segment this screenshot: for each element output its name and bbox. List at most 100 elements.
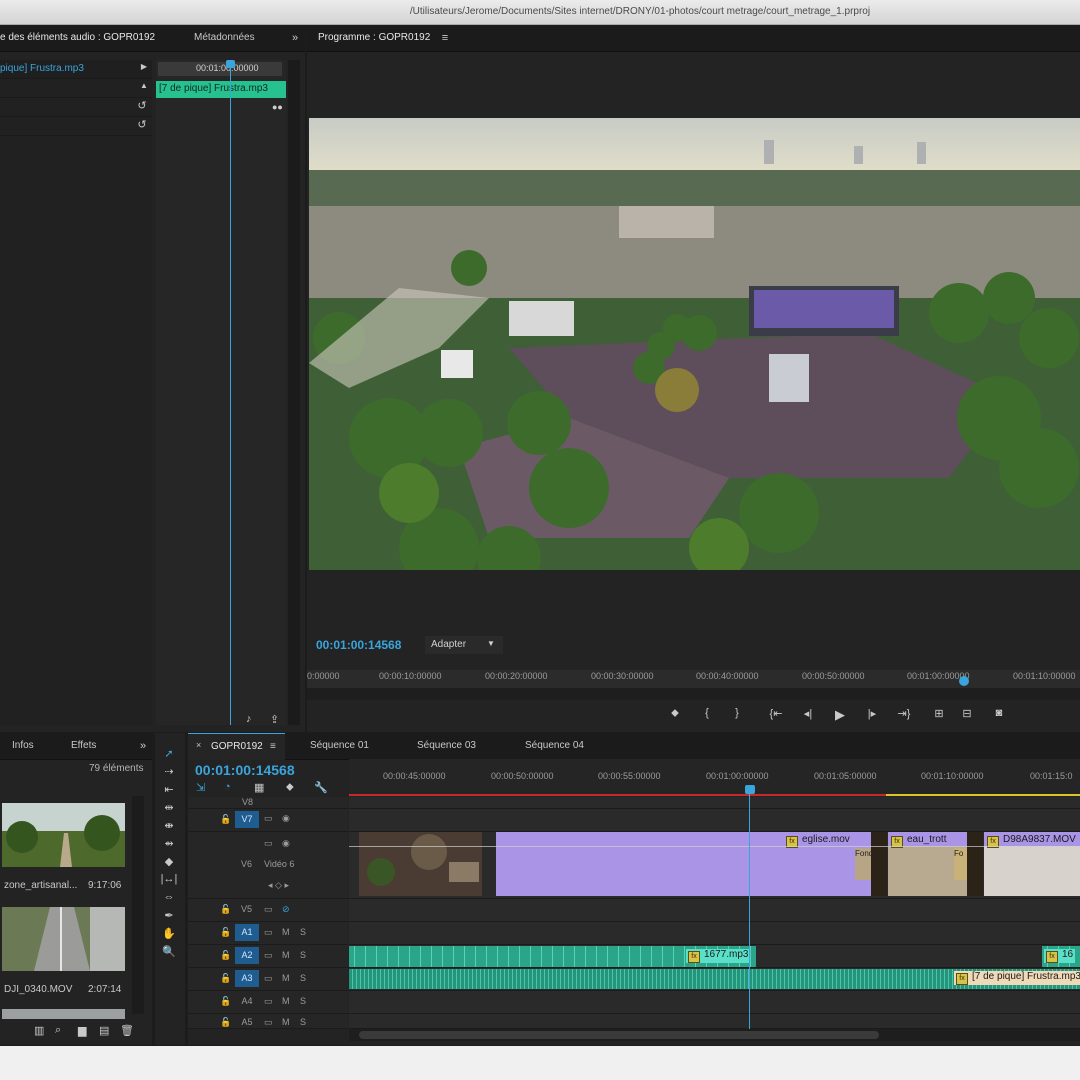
effect-row[interactable]: ▲ xyxy=(0,79,152,98)
toggle-sync-icon[interactable]: ▭ xyxy=(264,973,273,984)
solo-toggle[interactable]: S xyxy=(300,996,306,1006)
mute-toggle[interactable]: M xyxy=(282,950,290,960)
export-icon[interactable]: ⇪ xyxy=(270,713,279,726)
project-item-thumbnail[interactable] xyxy=(2,907,125,971)
track-lane-a1[interactable] xyxy=(349,922,1080,945)
reset-icon[interactable]: ↺ xyxy=(134,99,150,112)
timeline-scroll-thumb[interactable] xyxy=(359,1031,879,1039)
track-lane-v7[interactable] xyxy=(349,809,1080,832)
lock-icon[interactable]: 🔓 xyxy=(220,996,231,1007)
razor-tool-icon[interactable]: ◆ xyxy=(160,855,178,868)
track-target-a3[interactable]: A3 xyxy=(235,970,259,987)
tab-effects[interactable]: Effets xyxy=(71,733,96,759)
new-bin-icon[interactable]: ▆ xyxy=(78,1024,86,1037)
mute-toggle[interactable]: M xyxy=(282,996,290,1006)
project-scrollbar[interactable] xyxy=(132,796,144,1014)
track-target-a4[interactable]: A4 xyxy=(235,993,259,1010)
hand-tool-icon[interactable]: ✋ xyxy=(160,927,178,940)
solo-toggle[interactable]: S xyxy=(300,973,306,983)
solo-toggle[interactable]: S xyxy=(300,950,306,960)
program-scrollbar[interactable] xyxy=(307,688,1080,700)
snap-icon[interactable]: ◔ xyxy=(224,781,231,793)
new-item-icon[interactable]: ▤ xyxy=(99,1024,109,1037)
slip-tool-icon[interactable]: |↔| xyxy=(160,873,178,885)
track-lane-a5[interactable] xyxy=(349,1014,1080,1029)
toggle-sync-icon[interactable]: ▭ xyxy=(264,838,273,849)
go-to-out-icon[interactable]: ⇥} xyxy=(895,707,913,720)
track-target-a1[interactable]: A1 xyxy=(235,924,259,941)
lock-icon[interactable]: 🔓 xyxy=(220,973,231,984)
effect-playhead-handle[interactable] xyxy=(226,60,235,68)
mute-toggle[interactable]: M xyxy=(282,973,290,983)
snap-tool-icon[interactable]: ⇴ xyxy=(160,837,178,850)
play-icon[interactable]: ▶ xyxy=(831,707,849,723)
track-target-v7[interactable]: V7 xyxy=(235,811,259,828)
track-header-a1[interactable]: 🔓 A1 ▭ M S xyxy=(188,922,348,945)
video-clip-eglise[interactable]: fx eglise.mov Fondu xyxy=(496,832,878,896)
reset-icon[interactable]: ↺ xyxy=(134,118,150,131)
lock-icon[interactable]: 🔓 xyxy=(220,950,231,961)
slide-tool-icon[interactable]: ⇔ xyxy=(160,891,178,903)
audio-clip-16[interactable]: fx 16 xyxy=(1042,946,1080,967)
step-back-icon[interactable]: ◂| xyxy=(799,707,817,720)
tab-sequence-03[interactable]: Séquence 03 xyxy=(417,733,476,759)
video-clip-aerial[interactable] xyxy=(359,832,482,896)
solo-toggle[interactable]: S xyxy=(300,927,306,937)
program-timecode[interactable]: 00:01:00:14568 xyxy=(316,638,401,652)
timeline-timecode[interactable]: 00:01:00:14568 xyxy=(195,762,295,778)
track-lane-v5[interactable] xyxy=(349,899,1080,922)
toggle-sync-icon[interactable]: ▭ xyxy=(264,1017,273,1028)
lock-icon[interactable]: 🔓 xyxy=(220,1017,231,1028)
selection-tool-icon[interactable]: ➚ xyxy=(160,747,178,760)
toggle-sync-icon[interactable]: ▭ xyxy=(264,996,273,1007)
zoom-tool-icon[interactable]: 🔍 xyxy=(160,945,178,958)
timeline-scrollbar[interactable] xyxy=(349,1029,1080,1041)
opacity-rubberband[interactable] xyxy=(349,846,1080,847)
panel-overflow-icon[interactable]: » xyxy=(288,25,302,51)
freeform-view-icon[interactable]: ▥ xyxy=(34,1024,44,1037)
mute-toggle[interactable]: M xyxy=(282,927,290,937)
track-target-a2[interactable]: A2 xyxy=(235,947,259,964)
extract-icon[interactable]: ⊟ xyxy=(957,707,977,720)
nest-sequence-icon[interactable]: ⇲ xyxy=(196,781,205,794)
panel-menu-icon[interactable]: ≡ xyxy=(439,25,451,51)
solo-toggle[interactable]: S xyxy=(300,1017,306,1027)
timeline-settings-wrench-icon[interactable]: 🔧 xyxy=(314,781,328,794)
mute-toggle[interactable]: M xyxy=(282,1017,290,1027)
track-header-a4[interactable]: 🔓 A4 ▭ M S xyxy=(188,991,348,1014)
tab-gopr0192[interactable]: × GOPR0192 ≡ xyxy=(188,733,285,760)
video-clip-d98a9837[interactable]: fx D98A9837.MOV xyxy=(984,832,1080,896)
track-header-a3[interactable]: 🔓 A3 ▭ M S xyxy=(188,968,348,991)
mark-out-icon[interactable]: } xyxy=(729,707,745,719)
clip-header-row[interactable]: pique] Frustra.mp3 ▶ xyxy=(0,60,152,79)
track-header-a2[interactable]: 🔓 A2 ▭ M S xyxy=(188,945,348,968)
track-header-v6[interactable]: ▭ ◉ V6 Vidéo 6 ◂ ◇ ▸ xyxy=(188,832,348,899)
track-lane-a2[interactable]: fx 1677.mp3 fx 16 xyxy=(349,945,1080,968)
track-lane-v6[interactable]: fx eglise.mov Fondu fx eau_trott Fo fx D98A… xyxy=(349,832,1080,899)
effect-row[interactable]: ↺ xyxy=(0,98,152,117)
lock-icon[interactable]: 🔓 xyxy=(220,814,231,825)
tab-sequence-04[interactable]: Séquence 04 xyxy=(525,733,584,759)
add-marker-icon[interactable]: ⬥ xyxy=(286,781,294,794)
tab-audio-effect-controls[interactable]: e des éléments audio : GOPR0192 xyxy=(0,25,155,51)
track-lane-v8[interactable] xyxy=(349,797,1080,809)
video-clip-eau-trott[interactable]: fx eau_trott Fo xyxy=(888,832,967,896)
track-lane-a4[interactable] xyxy=(349,991,1080,1014)
toggle-sync-icon[interactable]: ▭ xyxy=(264,950,273,961)
mini-ruler[interactable]: 00:01:00:00000 xyxy=(158,62,282,76)
lock-icon[interactable]: 🔓 xyxy=(220,904,231,915)
step-forward-icon[interactable]: |▸ xyxy=(863,707,881,720)
rolling-edit-tool-icon[interactable]: ⇹ xyxy=(160,801,178,814)
ripple-edit-tool-icon[interactable]: ⇤ xyxy=(160,783,178,796)
program-playhead[interactable] xyxy=(959,676,970,686)
search-icon[interactable]: ⌕ xyxy=(55,1024,61,1037)
export-frame-camera-icon[interactable]: ◙ xyxy=(989,707,1009,719)
audio-clip-1677[interactable]: fx 1677.mp3 xyxy=(349,946,756,967)
lift-icon[interactable]: ⊞ xyxy=(929,707,949,720)
tab-infos[interactable]: Infos xyxy=(12,733,34,759)
linked-selection-icon[interactable]: ▦ xyxy=(254,781,264,794)
audio-clip-frustra[interactable]: fx [7 de pique] Frustra.mp3 xyxy=(349,969,1080,989)
project-item-thumbnail[interactable] xyxy=(2,1009,125,1019)
program-time-ruler[interactable]: 0:00000 00:00:10:00000 00:00:20:00000 00… xyxy=(307,670,1080,688)
track-header-v5[interactable]: 🔓 V5 ▭ ⊘ xyxy=(188,899,348,922)
